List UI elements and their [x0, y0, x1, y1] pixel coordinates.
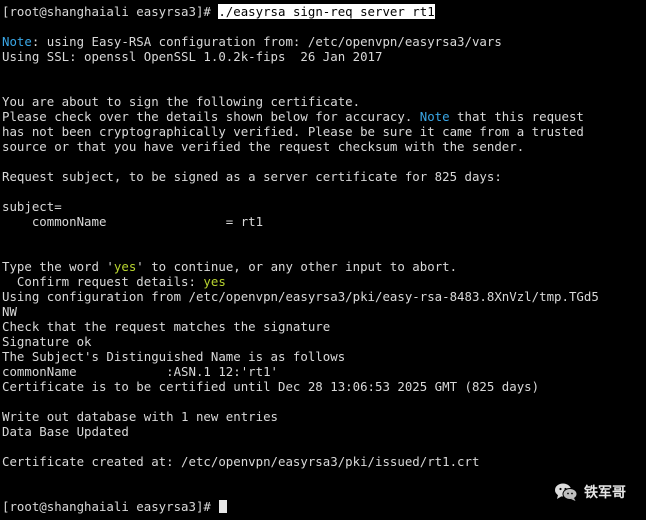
output-line: Please check over the details shown belo… — [2, 109, 646, 124]
output-text: that this request — [449, 109, 584, 124]
output-line: Using configuration from /etc/openvpn/ea… — [2, 289, 599, 304]
output-line: Type the word 'yes' to continue, or any … — [2, 259, 646, 274]
output-text: : using Easy-RSA configuration from: /et… — [31, 34, 502, 49]
output-line: Note: using Easy-RSA configuration from:… — [2, 34, 646, 49]
output-line: Data Base Updated — [2, 424, 129, 439]
typed-confirmation: yes — [203, 274, 226, 289]
output-line: NW — [2, 304, 17, 319]
output-line: Signature ok — [2, 334, 92, 349]
note-keyword: Note — [419, 109, 450, 124]
terminal-output: [root@shanghaiali easyrsa3]# ./easyrsa s… — [2, 4, 646, 514]
output-line: Using SSL: openssl OpenSSL 1.0.2k-fips 2… — [2, 49, 383, 64]
output-line: Certificate is to be certified until Dec… — [2, 379, 540, 394]
active-prompt-line[interactable]: [root@shanghaiali easyrsa3]# — [2, 499, 646, 514]
text-cursor — [219, 500, 228, 513]
prompt: [root@shanghaiali easyrsa3]# — [2, 4, 219, 19]
output-line: commonName :ASN.1 12:'rt1' — [2, 364, 279, 379]
terminal-window[interactable]: [root@shanghaiali easyrsa3]# ./easyrsa s… — [0, 0, 646, 520]
output-line: You are about to sign the following cert… — [2, 94, 361, 109]
wechat-icon — [554, 482, 578, 502]
output-text: Please check over the details shown belo… — [2, 109, 420, 124]
yes-keyword: yes — [113, 259, 137, 274]
output-line: Check that the request matches the signa… — [2, 319, 331, 334]
output-line: commonName = rt1 — [2, 214, 264, 229]
prompt: [root@shanghaiali easyrsa3]# — [2, 499, 219, 514]
output-line: Request subject, to be signed as a serve… — [2, 169, 502, 184]
output-text: ' to continue, or any other input to abo… — [136, 259, 458, 274]
output-line: subject= — [2, 199, 62, 214]
output-text: Type the word ' — [2, 259, 114, 274]
command-line: [root@shanghaiali easyrsa3]# ./easyrsa s… — [2, 4, 646, 19]
output-line: source or that you have verified the req… — [2, 139, 525, 154]
note-keyword: Note — [2, 34, 32, 49]
entered-command: ./easyrsa sign-req server rt1 — [218, 4, 435, 19]
watermark-text: 铁军哥 — [584, 485, 626, 501]
output-line: Confirm request details: yes — [2, 274, 646, 289]
output-line: Write out database with 1 new entries — [2, 409, 279, 424]
output-line: has not been cryptographically verified.… — [2, 124, 584, 139]
output-line: Certificate created at: /etc/openvpn/eas… — [2, 454, 480, 469]
watermark: 铁军哥 — [554, 482, 626, 502]
output-text: Confirm request details: — [2, 274, 204, 289]
output-line: The Subject's Distinguished Name is as f… — [2, 349, 346, 364]
